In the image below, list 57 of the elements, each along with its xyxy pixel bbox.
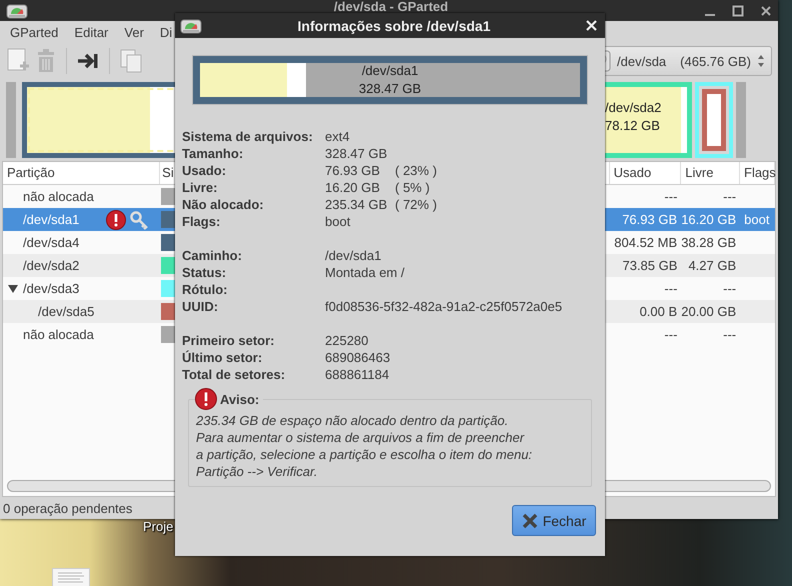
field-label: Primeiro setor:: [182, 332, 276, 349]
field-label: Rótulo:: [182, 281, 228, 298]
table-cell: 76.93 GB: [622, 212, 678, 227]
table-cell: 4.27 GB: [688, 258, 736, 273]
field-value: /dev/sda1: [325, 247, 382, 264]
field-label: UUID:: [182, 298, 220, 315]
table-cell: ---: [723, 281, 736, 296]
warning-title: Aviso:: [220, 392, 260, 406]
window-title: /dev/sda - GParted: [332, 0, 450, 13]
field-label: Último setor:: [182, 349, 264, 366]
field-value: 688861184: [325, 366, 390, 383]
table-cell: 16.20 GB: [681, 212, 736, 227]
table-cell: não alocada: [23, 189, 94, 204]
field-label: Flags:: [182, 213, 222, 230]
table-cell: 73.85 GB: [622, 258, 678, 273]
percent-value: ( 72% ): [395, 196, 438, 213]
table-cell: /dev/sda5: [38, 304, 94, 319]
table-cell: ---: [664, 327, 678, 342]
field-value: 225280: [325, 332, 370, 349]
field-value: ext4: [325, 128, 351, 145]
field-label: Livre:: [182, 179, 218, 196]
table-cell: ---: [723, 327, 736, 342]
table-cell: 20.00 GB: [681, 304, 736, 319]
field-value: 328.47 GB: [325, 145, 388, 162]
table-cell: boot: [744, 212, 770, 227]
warning-text: 235.34 GB de espaço não alocado dentro da partição. Para aumentar o sistema de arquivos a fim de preencher a partição, selecione a partição e escolha o item do menu: Partição --> Verificar.: [196, 412, 534, 480]
field-label: Usado:: [182, 162, 228, 179]
field-value: 689086463: [325, 349, 392, 366]
table-cell: ---: [664, 189, 678, 204]
field-label: Não alocado:: [182, 196, 265, 213]
field-value: Montada em /: [325, 264, 406, 281]
status-text: 0 operação pendentes: [3, 500, 132, 516]
table-cell: /dev/sda3: [23, 281, 80, 296]
table-cell: 0.00 B: [640, 304, 678, 319]
field-value: 235.34 GB: [325, 196, 388, 213]
field-label: Tamanho:: [182, 145, 244, 162]
field-value: f0d08536-5f32-482a-91a2-c25f0572a0e5: [325, 298, 562, 315]
percent-value: ( 5% ): [395, 179, 431, 196]
table-cell: ---: [664, 281, 678, 296]
field-label: Sistema de arquivos:: [182, 128, 314, 145]
percent-value: ( 23% ): [395, 162, 438, 179]
table-cell: /dev/sda1: [23, 212, 80, 227]
field-label: Caminho:: [182, 247, 243, 264]
table-cell: não alocada: [23, 327, 94, 342]
field-label: Total de setores:: [182, 366, 286, 383]
partition-label: /dev/sda1 328.47 GB: [358, 62, 422, 98]
field-value: boot: [325, 213, 352, 230]
field-value: 16.20 GB: [325, 179, 381, 196]
table-cell: 804.52 MB: [614, 235, 678, 250]
field-label: Status:: [182, 264, 228, 281]
table-cell: ---: [723, 189, 736, 204]
dialog-title: Informações sobre /dev/sda1: [296, 18, 492, 34]
table-cell: 38.28 GB: [681, 235, 736, 250]
field-value: 76.93 GB: [325, 162, 381, 179]
table-cell: /dev/sda2: [23, 258, 80, 273]
table-cell: /dev/sda4: [23, 235, 80, 250]
partition-label: /dev/sda2 78.12 GB: [605, 99, 662, 135]
